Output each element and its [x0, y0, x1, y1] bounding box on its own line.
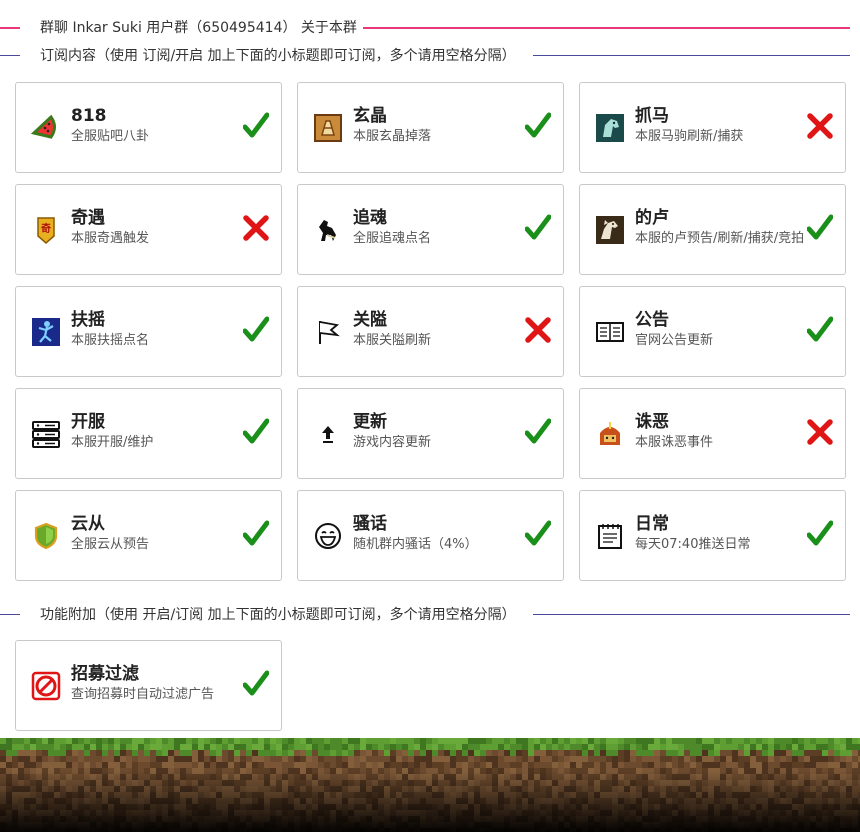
card-description: 本服扶摇点名	[71, 333, 150, 348]
subscription-card: 抓马本服马驹刷新/捕获	[579, 82, 846, 173]
newspaper-icon	[595, 317, 625, 347]
checkmark-icon	[806, 315, 834, 345]
checkmark-icon	[242, 669, 270, 699]
group-header: 群聊 Inkar Suki 用户群（650495414） 关于本群	[0, 17, 860, 39]
subscription-card: 开服本服开服/维护	[15, 388, 282, 479]
rearing-horse-icon	[313, 215, 343, 245]
subscription-card: 日常每天07:40推送日常	[579, 490, 846, 581]
checkmark-icon	[524, 213, 552, 243]
card-description: 本服关隘刷新	[353, 333, 432, 348]
notepad-icon	[595, 521, 625, 551]
card-description: 全服追魂点名	[353, 231, 432, 246]
xuanjing-crystal-icon	[313, 113, 343, 143]
checkmark-icon	[242, 315, 270, 345]
section-divider-left	[0, 614, 20, 615]
pixel-ground-decoration	[0, 738, 860, 832]
header-accent-line-left	[0, 27, 20, 29]
header-accent-line-right	[363, 27, 850, 29]
card-description: 每天07:40推送日常	[635, 537, 751, 552]
laughing-face-icon	[313, 521, 343, 551]
card-title: 关隘	[353, 310, 387, 330]
card-title: 玄晶	[353, 106, 387, 126]
card-title: 奇遇	[71, 208, 105, 228]
card-title: 扶摇	[71, 310, 105, 330]
card-description: 全服贴吧八卦	[71, 129, 150, 144]
card-title: 招募过滤	[71, 664, 139, 684]
subscription-card: 诛恶 本服诛恶事件	[579, 388, 846, 479]
section-divider-right	[533, 55, 850, 56]
arrow-up-icon	[313, 419, 343, 449]
card-description: 官网公告更新	[635, 333, 714, 348]
card-title: 云从	[71, 514, 105, 534]
subscription-card: 关隘 本服关隘刷新	[297, 286, 564, 377]
card-description: 本服马驹刷新/捕获	[635, 129, 744, 144]
card-description: 本服玄晶掉落	[353, 129, 432, 144]
subscription-grid: 818 全服贴吧八卦 玄晶 本服玄晶掉落 抓马 本服马驹刷新/捕获奇奇遇 本服奇遇触发 追魂全…	[15, 82, 847, 581]
subscription-card: 骚话随机群内骚话（4%）	[297, 490, 564, 581]
cross-icon	[807, 111, 833, 141]
checkmark-icon	[524, 519, 552, 549]
card-description: 全服云从预告	[71, 537, 150, 552]
feature-section-header: 功能附加（使用 开启/订阅 加上下面的小标题即可订阅，多个请用空格分隔）	[0, 604, 860, 626]
card-title: 日常	[635, 514, 669, 534]
subscription-card: 奇 奇遇本服奇遇触发	[15, 184, 282, 275]
flag-icon	[313, 317, 343, 347]
card-description: 本服诛恶事件	[635, 435, 714, 450]
subscription-card: 玄晶 本服玄晶掉落	[297, 82, 564, 173]
subscription-card: 追魂 全服追魂点名	[297, 184, 564, 275]
card-description: 本服的卢预告/刷新/捕获/竞拍	[635, 231, 805, 246]
cross-icon	[807, 417, 833, 447]
warrior-helmet-icon	[595, 419, 625, 449]
shield-icon	[31, 521, 61, 551]
cross-icon	[243, 213, 269, 243]
subscription-card: 更新 游戏内容更新	[297, 388, 564, 479]
checkmark-icon	[242, 111, 270, 141]
horse-head-icon	[595, 113, 625, 143]
card-title: 818	[71, 106, 107, 126]
card-title: 抓马	[635, 106, 669, 126]
subscription-card: 的卢本服的卢预告/刷新/捕获/竞拍	[579, 184, 846, 275]
group-title: 群聊 Inkar Suki 用户群（650495414） 关于本群	[38, 17, 359, 39]
card-description: 查询招募时自动过滤广告	[71, 687, 215, 702]
checkmark-icon	[806, 213, 834, 243]
card-title: 开服	[71, 412, 105, 432]
server-icon	[31, 419, 61, 449]
card-title: 追魂	[353, 208, 387, 228]
qiyu-badge-icon: 奇	[31, 215, 61, 245]
subscribe-section-header: 订阅内容（使用 订阅/开启 加上下面的小标题即可订阅，多个请用空格分隔）	[0, 45, 860, 67]
subscribe-section-title: 订阅内容（使用 订阅/开启 加上下面的小标题即可订阅，多个请用空格分隔）	[38, 45, 518, 67]
checkmark-icon	[806, 519, 834, 549]
subscription-card: 扶摇 本服扶摇点名	[15, 286, 282, 377]
feature-grid: 招募过滤查询招募时自动过滤广告	[15, 640, 847, 731]
section-divider-right	[533, 614, 850, 615]
card-title: 公告	[635, 310, 669, 330]
prohibited-icon	[31, 671, 61, 701]
card-description: 随机群内骚话（4%）	[353, 537, 478, 552]
card-description: 游戏内容更新	[353, 435, 432, 450]
checkmark-icon	[242, 417, 270, 447]
checkmark-icon	[524, 417, 552, 447]
fuyao-jump-icon	[31, 317, 61, 347]
subscription-card: 招募过滤查询招募时自动过滤广告	[15, 640, 282, 731]
subscription-card: 818 全服贴吧八卦	[15, 82, 282, 173]
feature-section-title: 功能附加（使用 开启/订阅 加上下面的小标题即可订阅，多个请用空格分隔）	[38, 604, 518, 626]
card-title: 更新	[353, 412, 387, 432]
dilu-horse-icon	[595, 215, 625, 245]
subscription-card: 云从 全服云从预告	[15, 490, 282, 581]
section-divider-left	[0, 55, 20, 56]
card-title: 的卢	[635, 208, 669, 228]
grass-dirt-pattern	[0, 738, 860, 832]
card-title: 骚话	[353, 514, 387, 534]
cross-icon	[525, 315, 551, 345]
card-description: 本服开服/维护	[71, 435, 154, 450]
watermelon-icon	[30, 113, 61, 143]
checkmark-icon	[524, 111, 552, 141]
checkmark-icon	[242, 519, 270, 549]
svg-text:奇: 奇	[41, 222, 51, 235]
card-title: 诛恶	[635, 412, 669, 432]
subscription-card: 公告 官网公告更新	[579, 286, 846, 377]
card-description: 本服奇遇触发	[71, 231, 150, 246]
